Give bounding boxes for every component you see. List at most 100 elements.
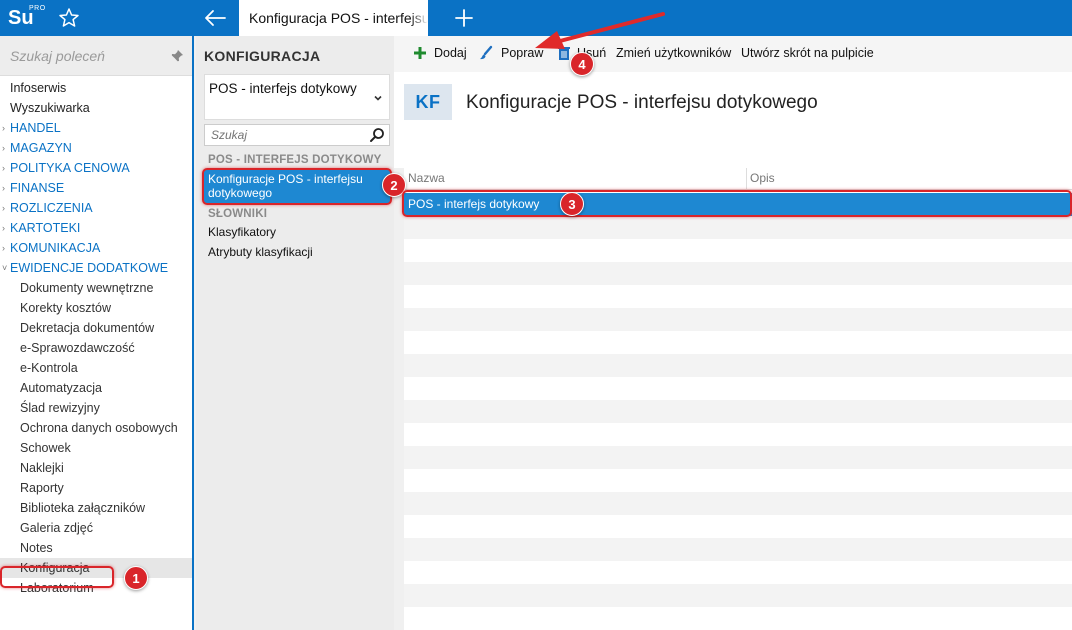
- app-logo[interactable]: Su PRO: [8, 4, 45, 32]
- chevron-right-icon: ›: [2, 203, 5, 213]
- command-search-input[interactable]: [10, 48, 160, 64]
- highlight-konfiguracja: [0, 566, 114, 588]
- plus-icon: [412, 45, 428, 61]
- empty-grid-row: [404, 308, 1072, 331]
- empty-grid-row: [404, 469, 1072, 492]
- module-select[interactable]: POS - interfejs dotykowy: [204, 74, 390, 120]
- empty-grid-row: [404, 584, 1072, 607]
- data-grid: Nazwa Opis POS - interfejs dotykowy: [404, 168, 1072, 630]
- empty-grid-row: [404, 377, 1072, 400]
- empty-grid-row: [404, 538, 1072, 561]
- tab-konfiguracja-pos[interactable]: Konfiguracja POS - interfejsu dotykowego: [239, 0, 428, 36]
- sidebar-item-label: FINANSE: [10, 181, 65, 195]
- chevron-right-icon: ›: [2, 163, 5, 173]
- sidebar-item-label: Notes: [20, 541, 53, 555]
- empty-grid-row: [404, 561, 1072, 584]
- sidebar-item-infoserwis[interactable]: Infoserwis: [0, 78, 192, 98]
- top-bar: Su PRO Konfiguracja POS - interfejsu dot…: [0, 0, 1072, 36]
- sidebar-item-label: Dokumenty wewnętrzne: [20, 281, 154, 295]
- chevron-right-icon: ›: [2, 123, 5, 133]
- sidebar-item-label: e-Sprawozdawczość: [20, 341, 135, 355]
- star-icon[interactable]: [55, 4, 83, 32]
- sidebar-item-galeria-zdj[interactable]: Galeria zdjęć: [0, 518, 192, 538]
- sidebar-item-label: EWIDENCJE DODATKOWE: [10, 261, 169, 275]
- sidebar-item-korekty-koszt-w[interactable]: Korekty kosztów: [0, 298, 192, 318]
- highlight-panel-item: [202, 168, 392, 205]
- sidebar-item-label: Automatyzacja: [20, 381, 102, 395]
- sidebar-item-naklejki[interactable]: Naklejki: [0, 458, 192, 478]
- sidebar-item-notes[interactable]: Notes: [0, 538, 192, 558]
- empty-grid-row: [404, 331, 1072, 354]
- add-button[interactable]: Dodaj: [434, 46, 467, 60]
- column-header-opis[interactable]: Opis: [750, 171, 775, 185]
- page-badge: KF: [404, 84, 452, 120]
- sidebar-item-label: Infoserwis: [10, 81, 67, 95]
- panel-search-input[interactable]: [211, 128, 361, 142]
- arrow-left-icon[interactable]: [200, 4, 230, 32]
- sidebar-item-label: Schowek: [20, 441, 71, 455]
- sidebar-item-label: Galeria zdjęć: [20, 521, 93, 535]
- panel-search: [204, 124, 390, 146]
- grid-header: Nazwa Opis: [404, 168, 1072, 190]
- empty-grid-row: [404, 515, 1072, 538]
- sidebar-item-schowek[interactable]: Schowek: [0, 438, 192, 458]
- sidebar-item-label: Ochrona danych osobowych: [20, 421, 178, 435]
- sidebar-item-label: Wyszukiwarka: [10, 101, 90, 115]
- empty-grid-row: [404, 285, 1072, 308]
- highlight-grid-row: [402, 190, 1072, 217]
- sidebar-item-label: Naklejki: [20, 461, 64, 475]
- change-users-button[interactable]: Zmień użytkowników: [616, 46, 731, 60]
- sidebar-item-komunikacja[interactable]: › KOMUNIKACJA: [0, 238, 192, 258]
- empty-grid-row: [404, 423, 1072, 446]
- page-header: KF Konfiguracje POS - interfejsu dotykow…: [394, 72, 1072, 168]
- sidebar-item-rozliczenia[interactable]: › ROZLICZENIA: [0, 198, 192, 218]
- pin-icon[interactable]: [170, 49, 184, 63]
- sidebar-item-automatyzacja[interactable]: Automatyzacja: [0, 378, 192, 398]
- sidebar-item-biblioteka-za-cznik-w[interactable]: Biblioteka załączników: [0, 498, 192, 518]
- empty-grid-row: [404, 216, 1072, 239]
- column-divider[interactable]: [746, 168, 747, 190]
- empty-grid-row: [404, 492, 1072, 515]
- sidebar-item-wyszukiwarka[interactable]: Wyszukiwarka: [0, 98, 192, 118]
- sidebar-item-handel[interactable]: › HANDEL: [0, 118, 192, 138]
- sidebar-item-lad-rewizyjny[interactable]: Ślad rewizyjny: [0, 398, 192, 418]
- sidebar-item-magazyn[interactable]: › MAGAZYN: [0, 138, 192, 158]
- search-icon[interactable]: [369, 127, 385, 143]
- toolbar: Dodaj Popraw Usuń Zmień użytkowników Utw…: [394, 36, 1072, 72]
- sidebar-item-ochrona-danych-osobowych[interactable]: Ochrona danych osobowych: [0, 418, 192, 438]
- sidebar-item-label: Raporty: [20, 481, 64, 495]
- panel-item-klasyfikatory[interactable]: Klasyfikatory: [208, 225, 276, 239]
- section-header-slowniki: SŁOWNIKI: [208, 208, 268, 220]
- sidebar-item-dokumenty-wewn-trzne[interactable]: Dokumenty wewnętrzne: [0, 278, 192, 298]
- create-shortcut-button[interactable]: Utwórz skrót na pulpicie: [741, 46, 874, 60]
- sidebar-item-label: KARTOTEKI: [10, 221, 81, 235]
- sidebar-item-raporty[interactable]: Raporty: [0, 478, 192, 498]
- column-header-nazwa[interactable]: Nazwa: [408, 171, 445, 185]
- empty-grid-row: [404, 607, 1072, 630]
- sidebar-item-ewidencje-dodatkowe[interactable]: ˅ EWIDENCJE DODATKOWE: [0, 258, 192, 278]
- sidebar-item-label: Biblioteka załączników: [20, 501, 146, 515]
- sidebar-item-label: KOMUNIKACJA: [10, 241, 101, 255]
- plus-icon[interactable]: [450, 4, 478, 32]
- empty-grid-row: [404, 400, 1072, 423]
- logo-sup: PRO: [29, 5, 46, 12]
- config-panel: KONFIGURACJA POS - interfejs dotykowy PO…: [196, 36, 394, 630]
- sidebar-item-kartoteki[interactable]: › KARTOTEKI: [0, 218, 192, 238]
- sidebar-item-e-sprawozdawczo[interactable]: e-Sprawozdawczość: [0, 338, 192, 358]
- page-title: Konfiguracje POS - interfejsu dotykowego: [466, 92, 818, 113]
- panel-title: KONFIGURACJA: [204, 48, 321, 64]
- sidebar-item-finanse[interactable]: › FINANSE: [0, 178, 192, 198]
- edit-button[interactable]: Popraw: [501, 46, 543, 60]
- chevron-right-icon: ›: [2, 183, 5, 193]
- sidebar-item-label: Ślad rewizyjny: [20, 401, 100, 415]
- sidebar-item-polityka-cenowa[interactable]: › POLITYKA CENOWA: [0, 158, 192, 178]
- nav-list: Infoserwis Wyszukiwarka › HANDEL › MAGAZYN › PO…: [0, 78, 192, 598]
- sidebar-item-e-kontrola[interactable]: e-Kontrola: [0, 358, 192, 378]
- sidebar-item-label: ROZLICZENIA: [10, 201, 93, 215]
- sidebar: Infoserwis Wyszukiwarka › HANDEL › MAGAZYN › PO…: [0, 36, 194, 630]
- empty-grid-row: [404, 446, 1072, 469]
- panel-item-atrybuty[interactable]: Atrybuty klasyfikacji: [208, 245, 313, 259]
- step-marker-4: 4: [570, 52, 594, 76]
- sidebar-item-dekretacja-dokument-w[interactable]: Dekretacja dokumentów: [0, 318, 192, 338]
- trash-icon: [556, 45, 572, 61]
